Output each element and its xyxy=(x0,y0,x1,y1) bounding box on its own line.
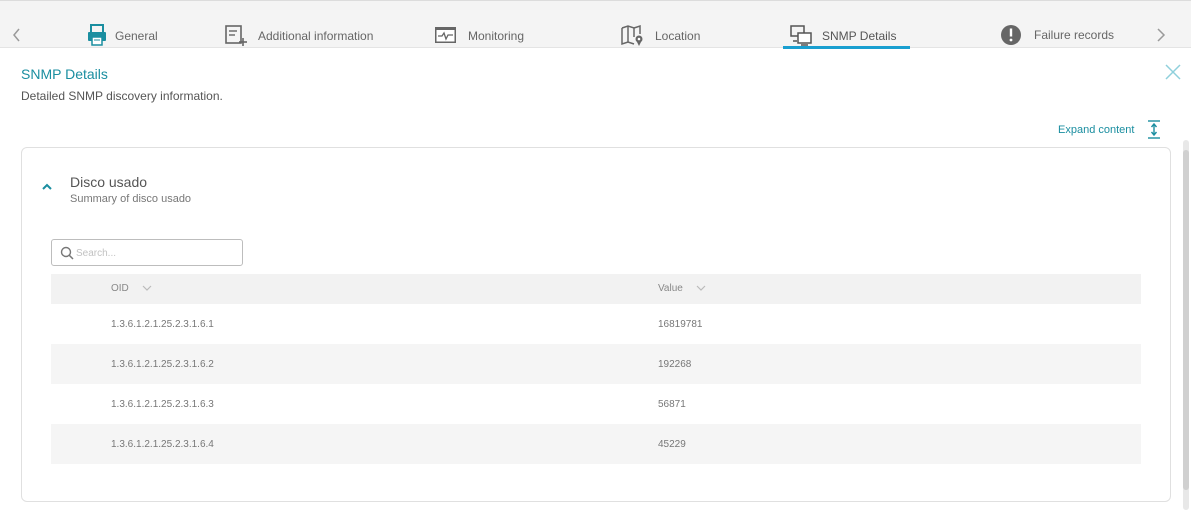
column-header-value[interactable]: Value xyxy=(658,283,706,294)
map-pin-icon xyxy=(621,24,643,46)
network-icon xyxy=(790,25,812,46)
snmp-details-panel: General Additional information Monitorin… xyxy=(0,0,1191,510)
tab-label: Monitoring xyxy=(468,29,525,43)
expand-icon xyxy=(1148,120,1160,139)
table-row[interactable]: 1.3.6.1.2.1.25.2.3.1.6.2 192268 xyxy=(51,344,1141,384)
vertical-scrollbar[interactable] xyxy=(1183,140,1189,510)
cell-value: 192268 xyxy=(658,359,692,370)
section-title: Disco usado xyxy=(70,174,148,190)
search-input[interactable] xyxy=(76,243,236,263)
cell-value: 45229 xyxy=(658,439,686,450)
tab-label: SNMP Details xyxy=(822,29,897,43)
tab-bar: General Additional information Monitorin… xyxy=(0,0,1191,49)
table-row[interactable]: 1.3.6.1.2.1.25.2.3.1.6.3 56871 xyxy=(51,384,1141,424)
expand-content-label: Expand content xyxy=(1058,124,1135,136)
tab-label: General xyxy=(115,29,158,43)
table-header: OID Value xyxy=(51,274,1141,304)
chevron-left-icon[interactable] xyxy=(9,23,25,47)
cell-oid: 1.3.6.1.2.1.25.2.3.1.6.3 xyxy=(111,399,214,410)
cell-oid: 1.3.6.1.2.1.25.2.3.1.6.1 xyxy=(111,319,214,330)
table-row[interactable]: 1.3.6.1.2.1.25.2.3.1.6.4 45229 xyxy=(51,424,1141,464)
close-icon[interactable] xyxy=(1164,63,1182,81)
monitoring-icon xyxy=(435,27,456,43)
section-card: Disco usado Summary of disco usado OID V… xyxy=(21,147,1171,502)
printer-icon xyxy=(88,24,106,46)
column-header-label: OID xyxy=(111,283,129,294)
search-box[interactable] xyxy=(51,239,243,266)
cell-oid: 1.3.6.1.2.1.25.2.3.1.6.4 xyxy=(111,439,214,450)
chevron-right-icon[interactable] xyxy=(1153,23,1169,47)
chevron-down-icon xyxy=(696,285,706,292)
tab-snmp-details[interactable]: SNMP Details xyxy=(783,21,910,49)
search-icon xyxy=(60,246,74,260)
table-row[interactable]: 1.3.6.1.2.1.25.2.3.1.6.1 16819781 xyxy=(51,304,1141,344)
scrollbar-thumb[interactable] xyxy=(1183,150,1189,490)
section-subtitle: Summary of disco usado xyxy=(70,193,192,205)
page-subtitle: Detailed SNMP discovery information. xyxy=(21,89,223,103)
tab-label: Additional information xyxy=(258,29,374,43)
exclamation-icon xyxy=(1001,25,1021,45)
column-header-label: Value xyxy=(658,283,683,294)
cell-oid: 1.3.6.1.2.1.25.2.3.1.6.2 xyxy=(111,359,214,370)
snmp-table: OID Value 1.3.6.1.2.1.25.2.3.1.6.1 16819… xyxy=(51,274,1141,464)
cell-value: 56871 xyxy=(658,399,686,410)
cell-value: 16819781 xyxy=(658,319,703,330)
add-info-icon xyxy=(225,25,247,46)
chevron-up-icon[interactable] xyxy=(40,180,54,194)
page-title: SNMP Details xyxy=(21,66,108,82)
tab-label: Failure records xyxy=(1034,28,1115,42)
chevron-down-icon xyxy=(142,285,151,292)
column-header-oid[interactable]: OID xyxy=(111,283,152,294)
tab-label: Location xyxy=(655,29,701,43)
active-tab-indicator xyxy=(783,46,910,49)
